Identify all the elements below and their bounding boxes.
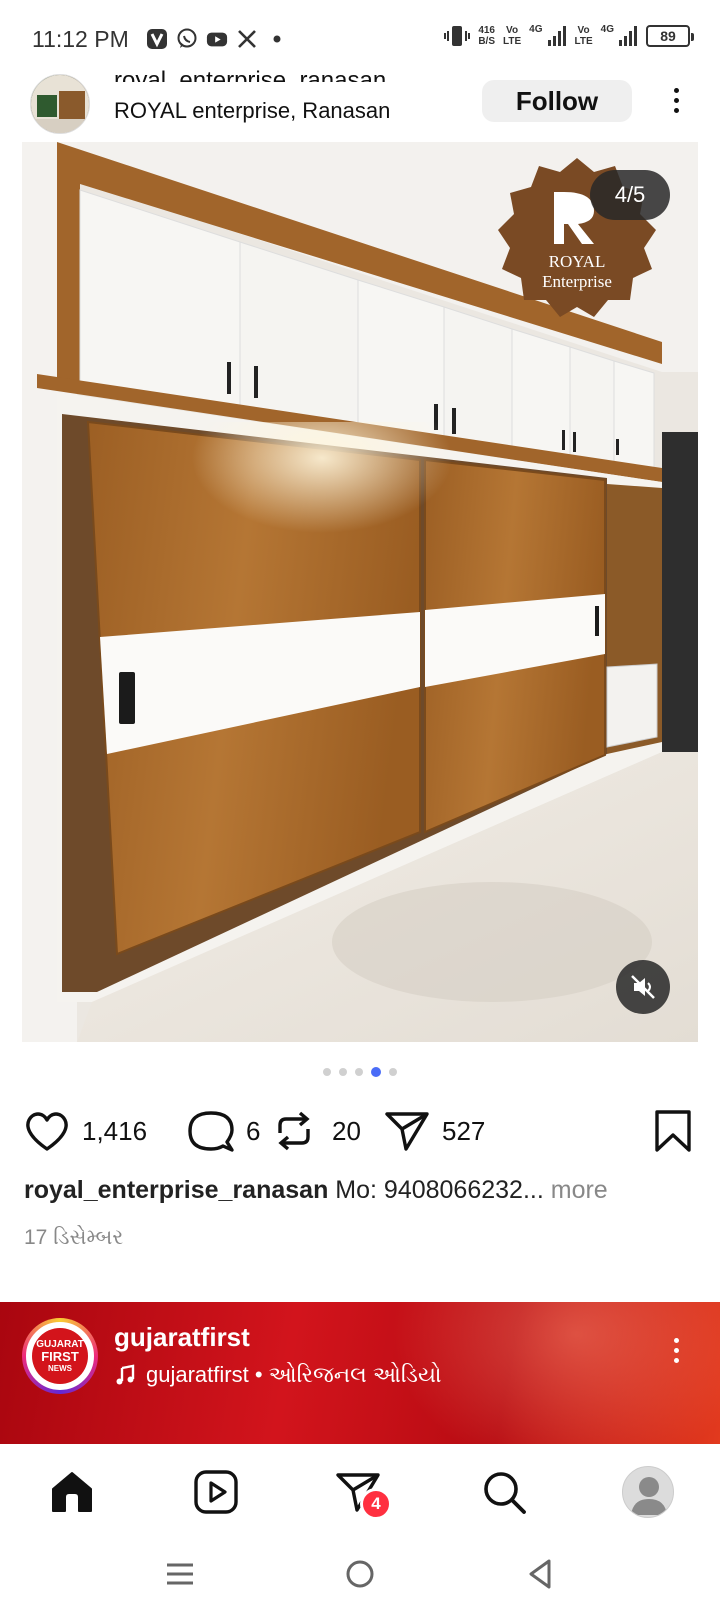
next-post-more-options-icon[interactable] (664, 1330, 688, 1370)
home-icon[interactable] (49, 1469, 95, 1515)
signal-icon (619, 26, 637, 46)
profile-avatar[interactable] (622, 1466, 674, 1518)
share-action[interactable]: 527 (384, 1107, 485, 1155)
signal-icon (547, 26, 566, 46)
carousel-dot (389, 1068, 397, 1076)
repost-count[interactable]: 20 (332, 1116, 361, 1147)
carousel-counter: 4/5 (590, 170, 670, 220)
save-action[interactable] (654, 1109, 692, 1158)
nav-direct[interactable]: 4 (330, 1464, 392, 1520)
heart-icon[interactable] (24, 1110, 70, 1152)
like-count[interactable]: 1,416 (82, 1116, 147, 1147)
carousel-dot (339, 1068, 347, 1076)
comment-count[interactable]: 6 (246, 1116, 260, 1147)
system-navigation (0, 1536, 720, 1612)
next-post-username[interactable]: gujaratfirst (114, 1322, 250, 1353)
network-type-1: 4G (529, 24, 543, 35)
volte-indicator-2: Vo LTE (574, 25, 593, 47)
v-app-icon (146, 28, 168, 50)
next-post-audio[interactable]: gujaratfirst • ઓરિજનલ ઓડિયો (114, 1362, 441, 1388)
youtube-icon (206, 28, 228, 50)
search-icon[interactable] (481, 1469, 527, 1515)
reels-icon[interactable] (193, 1469, 239, 1515)
nav-profile[interactable] (620, 1464, 676, 1520)
carousel-dot-active (371, 1067, 381, 1077)
gujaratfirst-logo: GUJARAT FIRST NEWS (32, 1328, 88, 1384)
logo-line2: Enterprise (542, 272, 612, 291)
post-author-avatar[interactable] (30, 74, 90, 134)
nav-search[interactable] (476, 1464, 532, 1520)
vibrate-icon (444, 26, 471, 46)
carousel-dot (323, 1068, 331, 1076)
share-count[interactable]: 527 (442, 1116, 485, 1147)
home-button[interactable] (340, 1554, 380, 1594)
volume-muted-icon (631, 975, 655, 999)
x-icon (236, 28, 258, 50)
status-app-icons (146, 28, 288, 50)
repost-action[interactable]: 20 (272, 1107, 361, 1155)
post-header: royal_enterprise_ranasan ROYAL enterpris… (0, 67, 720, 140)
logo-line1: ROYAL (549, 252, 606, 271)
music-note-icon (116, 1364, 135, 1385)
notification-badge: 4 (360, 1488, 392, 1520)
volte-indicator-1: Vo LTE (503, 25, 522, 47)
status-indicators: 416 B/S Vo LTE 4G Vo LTE 4G 89 (444, 24, 694, 48)
post-author-username[interactable]: royal_enterprise_ranasan (114, 64, 386, 82)
bottom-navigation: 4 (0, 1444, 720, 1536)
bookmark-icon[interactable] (654, 1109, 692, 1153)
nav-reels[interactable] (188, 1464, 244, 1520)
repost-icon[interactable] (272, 1109, 316, 1153)
next-post-avatar[interactable]: GUJARAT FIRST NEWS (22, 1318, 98, 1394)
follow-button[interactable]: Follow (482, 80, 632, 122)
battery-indicator: 89 (646, 25, 694, 47)
menu-icon[interactable] (165, 1559, 195, 1589)
post-date: 17 ડિસેમ્બર (24, 1226, 124, 1249)
next-post-header: GUJARAT FIRST NEWS gujaratfirst gujaratf… (0, 1302, 720, 1444)
send-icon[interactable] (384, 1109, 430, 1153)
comment-action[interactable]: 6 (188, 1107, 260, 1155)
whatsapp-icon (176, 28, 198, 50)
like-action[interactable]: 1,416 (24, 1107, 147, 1155)
circle-icon[interactable] (344, 1558, 376, 1590)
carousel-indicator (0, 1067, 720, 1077)
recents-button[interactable] (160, 1554, 200, 1594)
post-more-options-icon[interactable] (664, 80, 688, 120)
nav-home[interactable] (44, 1464, 100, 1520)
mute-button[interactable] (616, 960, 670, 1014)
caption-username[interactable]: royal_enterprise_ranasan (24, 1176, 328, 1204)
comment-icon[interactable] (188, 1109, 234, 1153)
post-image[interactable]: ROYAL Enterprise 4/5 (22, 142, 698, 1042)
back-button[interactable] (520, 1554, 560, 1594)
dot-icon (266, 28, 288, 50)
next-post-audio-label[interactable]: gujaratfirst • ઓરિજનલ ઓડિયો (146, 1362, 441, 1388)
caption-text: Mo: 9408066232... (335, 1176, 544, 1204)
caption-more-link[interactable]: more (551, 1176, 608, 1204)
post-location[interactable]: ROYAL enterprise, Ranasan (114, 98, 390, 124)
post-actions: 1,416 6 20 527 (22, 1107, 702, 1155)
post-caption[interactable]: royal_enterprise_ranasan Mo: 9408066232.… (24, 1176, 704, 1205)
carousel-dot (355, 1068, 363, 1076)
status-time: 11:12 PM (32, 26, 129, 52)
back-triangle-icon[interactable] (525, 1558, 555, 1590)
network-type-2: 4G (600, 24, 614, 35)
net-speed: 416 B/S (478, 25, 495, 47)
